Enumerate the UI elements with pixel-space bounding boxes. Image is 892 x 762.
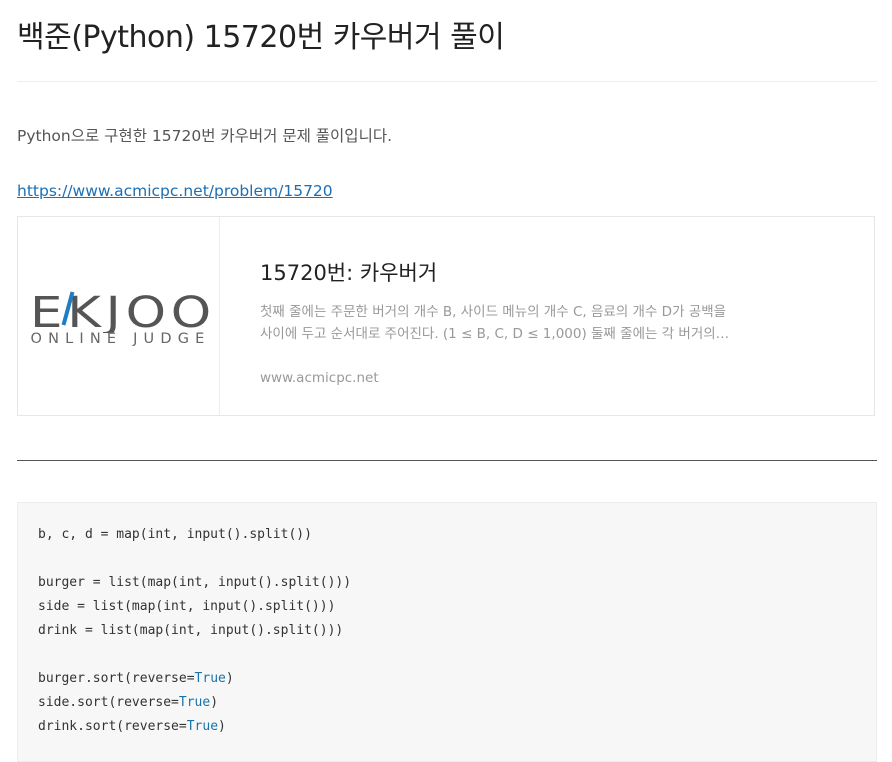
blog-post: 백준(Python) 15720번 카우버거 풀이 Python으로 구현한 1… [0, 0, 892, 762]
baekjoon-logo: EKJOO [30, 288, 216, 333]
code-text: burger.sort(reverse= [38, 671, 195, 686]
problem-link[interactable]: https://www.acmicpc.net/problem/15720 [17, 182, 333, 200]
code-text: ) [225, 671, 234, 686]
code-text: ) [218, 719, 226, 734]
preview-domain: www.acmicpc.net [260, 370, 379, 386]
post-intro: Python으로 구현한 15720번 카우버거 문제 풀이입니다. [17, 127, 393, 145]
preview-body: 15720번: 카우버거 첫째 줄에는 주문한 버거의 개수 B, 사이드 메뉴… [220, 217, 874, 415]
link-preview-card[interactable]: EKJOO ONLINE JUDGE 15720번: 카우버거 첫째 줄에는 주… [17, 216, 875, 416]
code-line: drink.sort(reverse=True) [38, 715, 351, 739]
code-content: b, c, d = map(int, input().split()) burge… [38, 523, 351, 739]
code-block: b, c, d = map(int, input().split()) burge… [17, 502, 877, 762]
title-divider [17, 81, 877, 82]
code-keyword: True [178, 695, 211, 710]
code-line: burger.sort(reverse=True) [38, 667, 351, 691]
post-title: 백준(Python) 15720번 카우버거 풀이 [17, 20, 505, 55]
preview-description: 첫째 줄에는 주문한 버거의 개수 B, 사이드 메뉴의 개수 C, 음료의 개… [260, 304, 727, 342]
code-keyword: True [186, 719, 219, 734]
section-divider [17, 460, 877, 461]
code-line: drink = list(map(int, input().split())) [38, 623, 344, 638]
code-text: drink.sort(reverse= [38, 719, 187, 734]
logo-subtitle: ONLINE JUDGE [30, 331, 211, 347]
preview-title: 15720번: 카우버거 [260, 261, 438, 285]
logo-wordmark: EKJOO [30, 288, 216, 333]
code-line: side.sort(reverse=True) [38, 691, 351, 715]
code-keyword: True [194, 671, 226, 686]
code-line: burger = list(map(int, input().split())) [38, 575, 352, 590]
code-line: b, c, d = map(int, input().split()) [38, 527, 312, 542]
preview-thumbnail: EKJOO ONLINE JUDGE [18, 217, 220, 415]
code-line: side = list(map(int, input().split())) [38, 599, 336, 614]
code-text: ) [210, 695, 219, 710]
code-text: side.sort(reverse= [38, 695, 179, 710]
